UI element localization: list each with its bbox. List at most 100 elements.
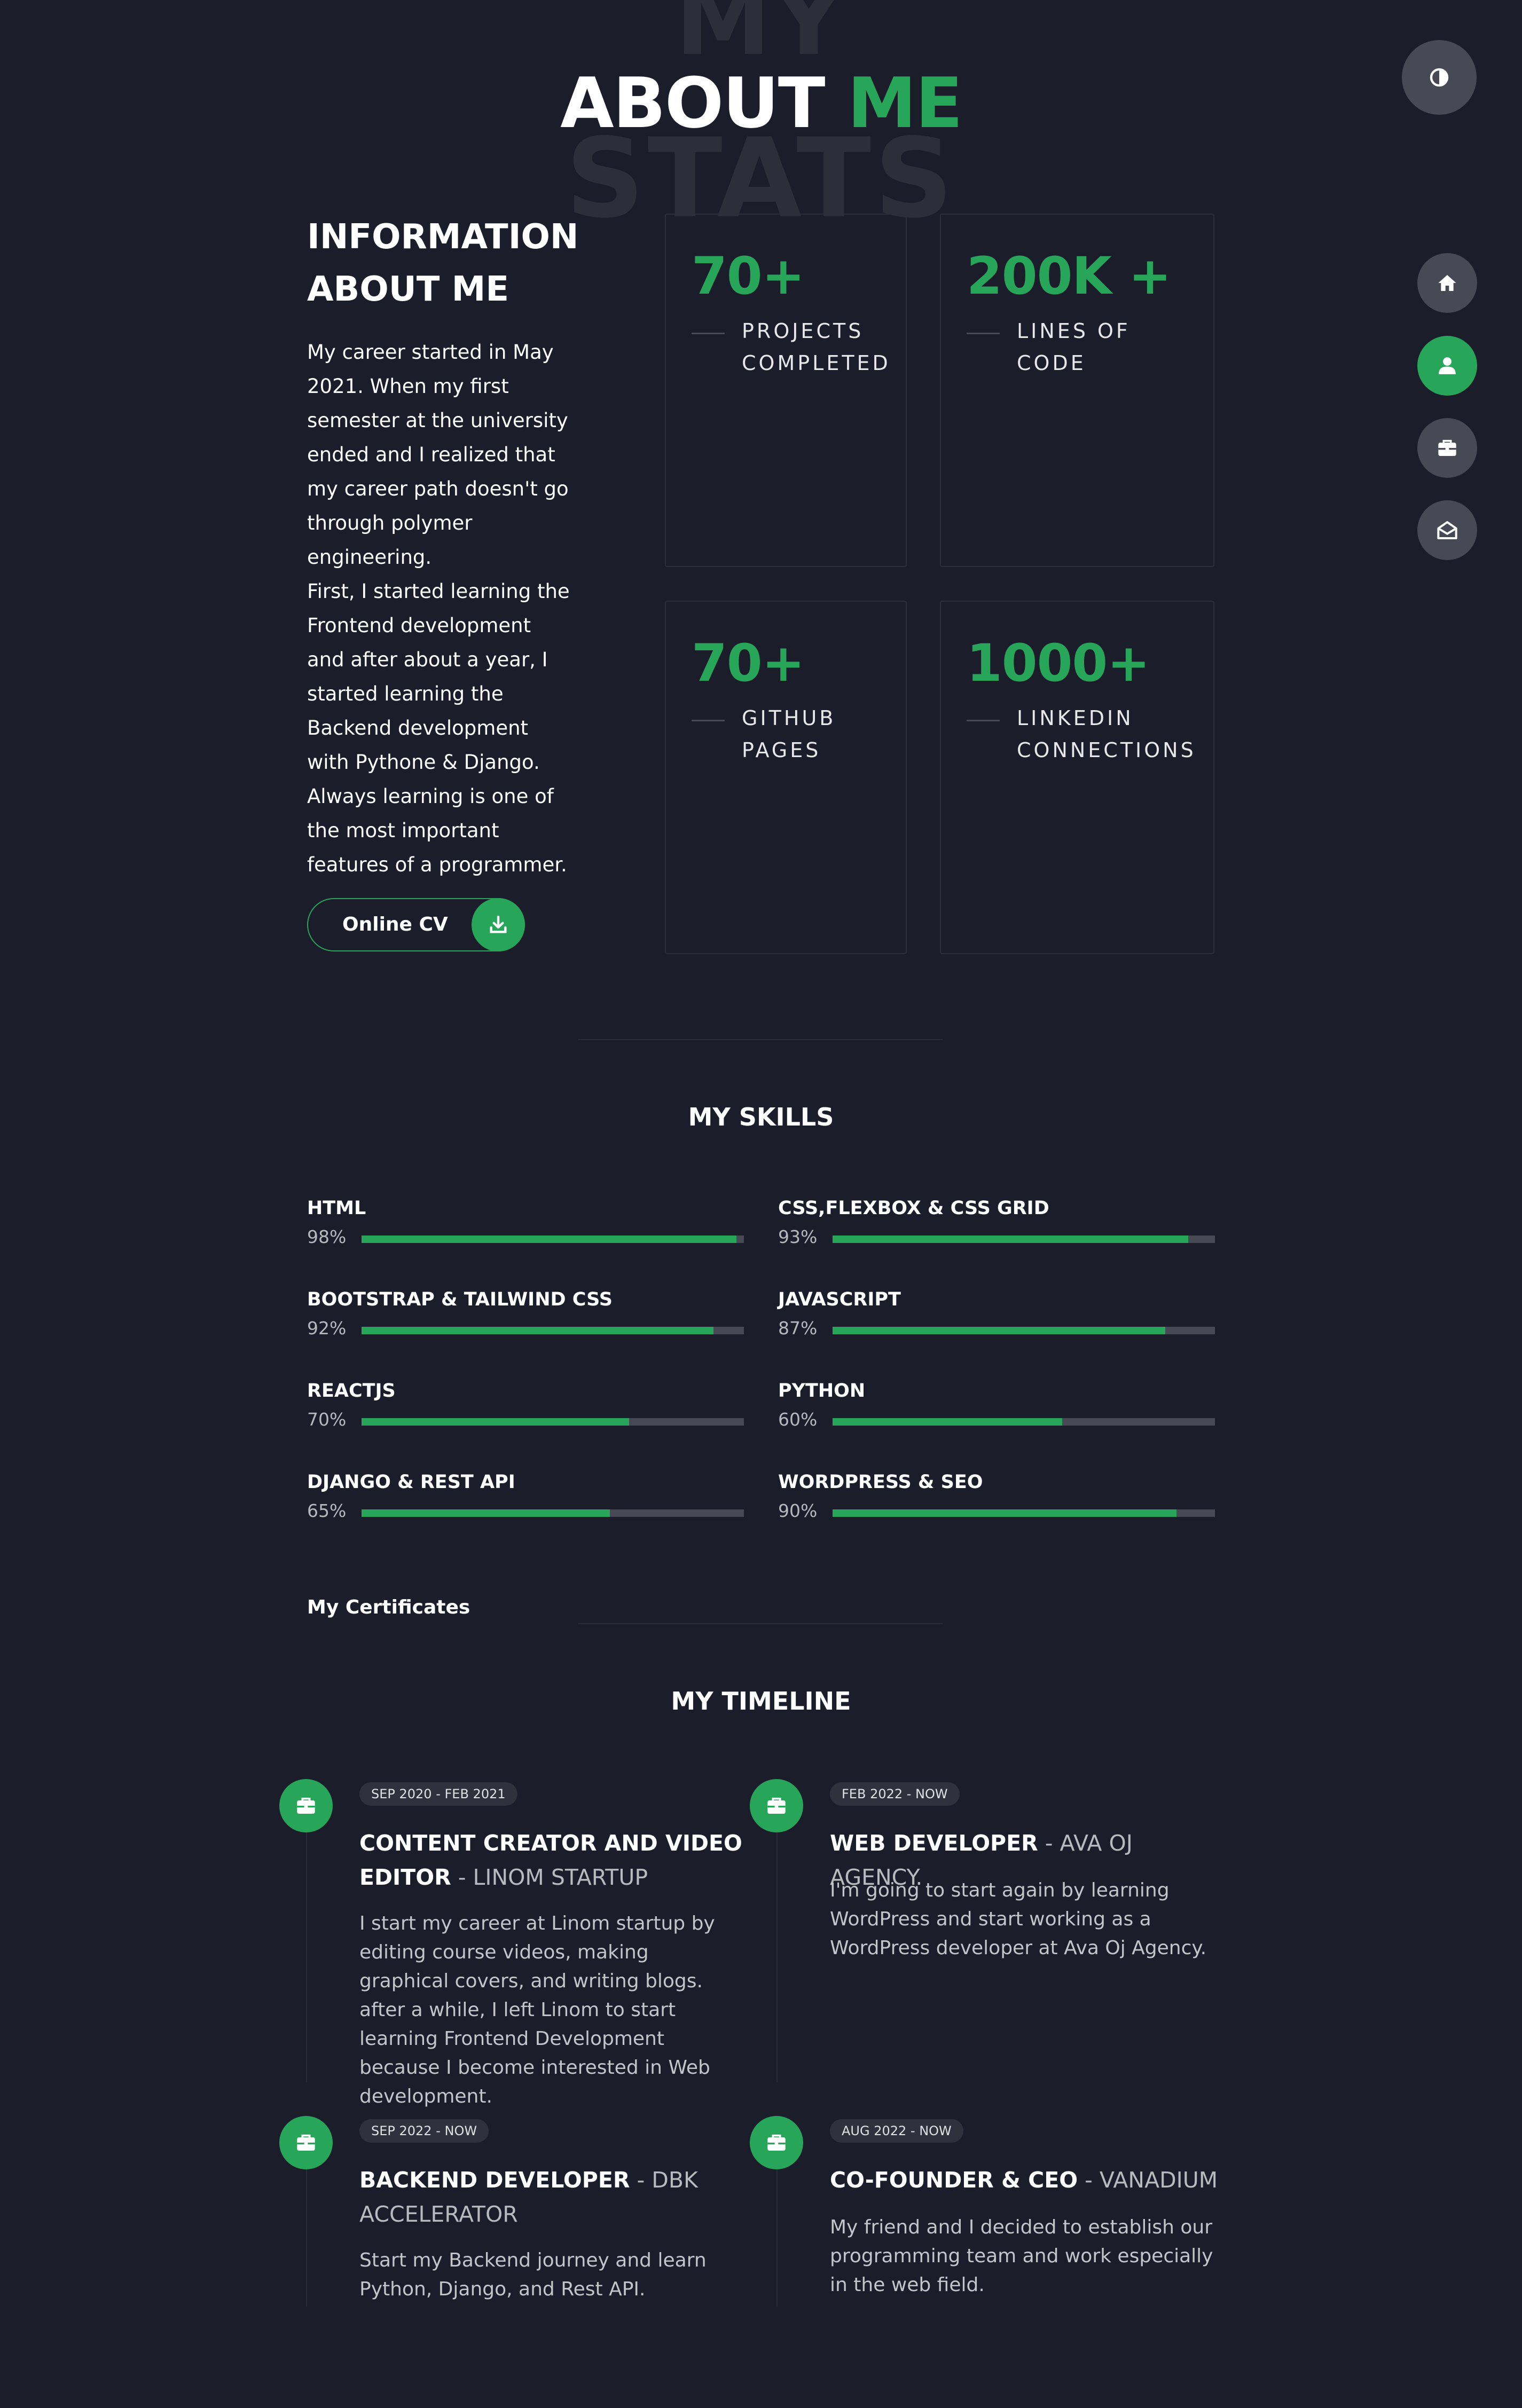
stat-divider (692, 720, 725, 721)
briefcase-icon (1438, 439, 1456, 456)
timeline-description: Start my Backend journey and learn Pytho… (359, 2249, 707, 2300)
stat-value: 70+ (692, 246, 805, 306)
timeline-line (776, 1805, 778, 2082)
stat-value: 1000+ (967, 633, 1150, 693)
skill-name: JAVASCRIPT (778, 1289, 901, 1310)
online-cv-label: Online CV (342, 914, 448, 935)
skill-name: WORDPRESS & SEO (778, 1471, 983, 1493)
background-word-my: MY (675, 0, 847, 77)
skill-name: HTML (307, 1198, 366, 1219)
skill-percent: 98% (307, 1226, 347, 1247)
download-icon (472, 898, 525, 951)
skill-bar-fill (362, 1327, 713, 1334)
skill-item: REACTJS 70% (307, 1379, 744, 1437)
skill-name: BOOTSTRAP & TAILWIND CSS (307, 1289, 613, 1310)
online-cv-button[interactable]: Online CV (307, 898, 525, 951)
skill-percent: 60% (778, 1409, 818, 1430)
contrast-icon (1430, 68, 1449, 87)
skill-item: DJANGO & REST API 65% (307, 1470, 744, 1529)
skill-bar-track (362, 1418, 744, 1426)
stat-card: 70+ GITHUB PAGES (665, 601, 907, 954)
nav-about-button[interactable] (1417, 336, 1477, 396)
timeline-org: - VANADIUM (1078, 2167, 1218, 2193)
skill-bar-fill (362, 1509, 610, 1517)
stat-divider (967, 333, 1000, 334)
stat-card: 70+ PROJECTS COMPLETED (665, 214, 907, 567)
skill-bar-track (362, 1327, 744, 1334)
stat-label: LINES OF CODE (1017, 319, 1131, 375)
info-title: INFORMATION ABOUT ME (307, 211, 606, 316)
skill-name: REACTJS (307, 1380, 396, 1402)
home-icon (1438, 275, 1456, 291)
skill-bar-track (362, 1236, 744, 1243)
skill-bar-track (362, 1509, 744, 1517)
timeline-line (306, 1805, 307, 2082)
timeline-description: My friend and I decided to establish our… (830, 2216, 1213, 2296)
briefcase-icon (279, 1779, 333, 1832)
timeline-description: I start my career at Linom startup by ed… (359, 1913, 715, 2107)
skill-bar-fill (362, 1236, 736, 1243)
nav-portfolio-button[interactable] (1417, 418, 1477, 478)
timeline-description: I'm going to start again by learning Wor… (830, 1879, 1207, 1959)
skill-percent: 92% (307, 1318, 347, 1339)
theme-toggle-button[interactable] (1402, 40, 1477, 115)
timeline-role: BACKEND DEVELOPER - DBK ACCELERATOR (359, 2167, 698, 2227)
stat-label: GITHUB PAGES (742, 706, 836, 762)
briefcase-icon (750, 1779, 803, 1832)
skill-item: HTML 98% (307, 1196, 744, 1255)
info-text: My career started in May 2021. When my f… (307, 335, 574, 882)
nav-home-button[interactable] (1417, 253, 1477, 313)
nav-contact-button[interactable] (1417, 500, 1477, 560)
skill-bar-fill (833, 1509, 1177, 1517)
user-icon (1439, 357, 1456, 374)
timeline-role: CO-FOUNDER & CEO - VANADIUM (830, 2167, 1218, 2193)
stat-value: 200K + (967, 246, 1172, 306)
skill-percent: 70% (307, 1409, 347, 1430)
info-paragraph: Always learning is one of the most impor… (307, 785, 567, 876)
skill-name: CSS,FLEXBOX & CSS GRID (778, 1198, 1049, 1219)
page-title-main: ABOUT (560, 62, 825, 144)
stat-divider (967, 720, 1000, 721)
briefcase-icon (750, 2116, 803, 2169)
section-divider (578, 1039, 943, 1040)
info-paragraph: First, I started learning the Frontend d… (307, 580, 570, 774)
skill-name: DJANGO & REST API (307, 1471, 515, 1493)
info-title-line1: INFORMATION (307, 217, 579, 257)
stat-card: 1000+ LINKEDIN CONNECTIONS (940, 601, 1214, 954)
timeline-title: MY TIMELINE (671, 1687, 851, 1715)
skill-percent: 65% (307, 1500, 347, 1521)
skill-percent: 90% (778, 1500, 818, 1521)
section-divider (578, 1623, 943, 1624)
page-title-accent: ME (847, 62, 963, 144)
skill-item: JAVASCRIPT 87% (778, 1287, 1215, 1346)
timeline-org: - LINOM STARTUP (451, 1864, 648, 1890)
info-title-line2: ABOUT ME (307, 270, 509, 309)
skill-bar-track (833, 1509, 1215, 1517)
skill-name: PYTHON (778, 1380, 866, 1402)
stat-card: 200K + LINES OF CODE (940, 214, 1214, 567)
skill-percent: 87% (778, 1318, 818, 1339)
skill-percent: 93% (778, 1226, 818, 1247)
briefcase-icon (279, 2116, 333, 2169)
skill-bar-track (833, 1418, 1215, 1426)
certificates-title[interactable]: My Certificates (307, 1594, 470, 1621)
timeline-role: CONTENT CREATOR AND VIDEO EDITOR - LINOM … (359, 1830, 742, 1890)
stat-label: PROJECTS COMPLETED (742, 319, 891, 375)
timeline-date: FEB 2022 - NOW (830, 1782, 960, 1806)
page-title: ABOUT ME (0, 63, 1522, 143)
skill-item: BOOTSTRAP & TAILWIND CSS 92% (307, 1287, 744, 1346)
envelope-open-icon (1437, 521, 1457, 539)
skill-item: PYTHON 60% (778, 1379, 1215, 1437)
info-paragraph: My career started in May 2021. When my f… (307, 341, 569, 569)
skill-bar-track (833, 1236, 1215, 1243)
skill-item: WORDPRESS & SEO 90% (778, 1470, 1215, 1529)
timeline-date: SEP 2020 - FEB 2021 (359, 1782, 517, 1806)
skill-bar-fill (833, 1327, 1165, 1334)
skill-bar-fill (833, 1236, 1188, 1243)
timeline-date: SEP 2022 - NOW (359, 2119, 489, 2143)
skill-bar-track (833, 1327, 1215, 1334)
stat-value: 70+ (692, 633, 805, 693)
timeline-date: AUG 2022 - NOW (830, 2119, 963, 2143)
skill-item: CSS,FLEXBOX & CSS GRID 93% (778, 1196, 1215, 1255)
skill-bar-fill (362, 1418, 630, 1426)
